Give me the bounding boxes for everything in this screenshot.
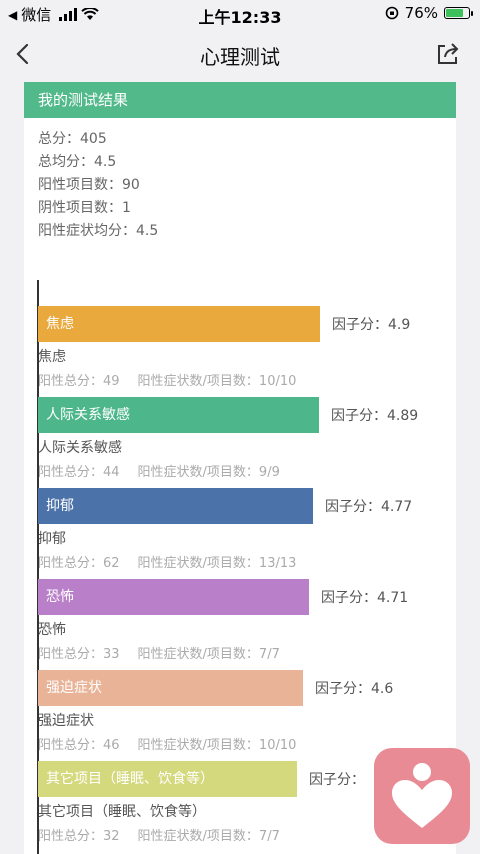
positive-total: 阳性总分：49	[38, 374, 120, 389]
factor-row: 焦虑 因子分：4.9 焦虑 阳性总分：49 阳性症状数/项目数：10/10	[38, 306, 410, 389]
factor-stats: 阳性总分：62 阳性症状数/项目数：13/13	[38, 552, 313, 571]
factor-row: 人际关系敏感 因子分：4.89 人际关系敏感 阳性总分：44 阳性症状数/项目数：9/9	[38, 397, 418, 480]
positive-item-count: 阳性项目数：90	[38, 177, 140, 193]
battery-percent: 76%	[404, 4, 438, 22]
factor-bar: 焦虑	[38, 306, 320, 342]
orientation-lock-icon	[385, 6, 398, 20]
share-icon[interactable]	[434, 40, 462, 68]
symptom-count: 阳性症状数/项目数：7/7	[137, 829, 280, 844]
factor-name: 抑郁	[38, 531, 66, 547]
factor-score: 因子分：4.89	[331, 408, 419, 424]
factor-bar: 其它项目（睡眠、饮食等）	[38, 761, 297, 797]
factor-stats: 阳性总分：49 阳性症状数/项目数：10/10	[38, 370, 320, 389]
factor-row: 恐怖 因子分：4.71 恐怖 阳性总分：33 阳性症状数/项目数：7/7	[38, 579, 408, 662]
positive-total: 阳性总分：44	[38, 465, 120, 480]
factor-name: 恐怖	[38, 622, 66, 638]
average-score: 总均分：4.5	[38, 154, 117, 170]
result-header: 我的测试结果	[24, 82, 456, 118]
status-bar: ◀ 微信 上午12:33 76%	[0, 0, 480, 28]
factor-stats: 阳性总分：44 阳性症状数/项目数：9/9	[38, 461, 319, 480]
battery-icon	[444, 7, 473, 19]
page-title: 心理测试	[200, 45, 280, 69]
factor-bar: 强迫症状	[38, 670, 303, 706]
factor-score: 因子分：4.6	[315, 681, 394, 697]
factor-score: 因子分：4.77	[325, 499, 413, 515]
factor-bar: 人际关系敏感	[38, 397, 319, 433]
factor-row: 强迫症状 因子分：4.6 强迫症状 阳性总分：46 阳性症状数/项目数：10/10	[38, 670, 393, 753]
positive-total: 阳性总分：46	[38, 738, 120, 753]
positive-total: 阳性总分：62	[38, 556, 120, 571]
factor-row: 抑郁 因子分：4.77 抑郁 阳性总分：62 阳性症状数/项目数：13/13	[38, 488, 412, 571]
floating-app-button[interactable]	[374, 748, 470, 844]
heart-person-icon	[392, 763, 452, 828]
factor-name: 其它项目（睡眠、饮食等）	[38, 804, 206, 820]
factor-score: 因子分：4.9	[332, 317, 411, 333]
factor-stats: 阳性总分：46 阳性症状数/项目数：10/10	[38, 734, 303, 753]
symptom-count: 阳性症状数/项目数：10/10	[137, 374, 297, 389]
factor-score: 因子分：4.71	[321, 590, 409, 606]
positive-symptom-average: 阳性症状均分：4.5	[38, 223, 159, 239]
result-card: 我的测试结果 总分：405 总均分：4.5 阳性项目数：90 阴性项目数：1 阳…	[24, 82, 456, 854]
factor-stats: 阳性总分：33 阳性症状数/项目数：7/7	[38, 643, 309, 662]
summary: 总分：405 总均分：4.5 阳性项目数：90 阴性项目数：1 阳性症状均分：4…	[24, 118, 456, 243]
factor-bar: 抑郁	[38, 488, 313, 524]
factor-name: 强迫症状	[38, 713, 94, 729]
factor-name: 人际关系敏感	[38, 440, 122, 456]
nav-bar: 心理测试	[0, 28, 480, 80]
factor-stats: 阳性总分：32 阳性症状数/项目数：7/7	[38, 825, 297, 844]
negative-item-count: 阴性项目数：1	[38, 200, 131, 216]
symptom-count: 阳性症状数/项目数：10/10	[137, 738, 297, 753]
symptom-count: 阳性症状数/项目数：13/13	[137, 556, 297, 571]
positive-total: 阳性总分：32	[38, 829, 120, 844]
factor-name: 焦虑	[38, 349, 66, 365]
symptom-count: 阳性症状数/项目数：7/7	[137, 647, 280, 662]
symptom-count: 阳性症状数/项目数：9/9	[137, 465, 280, 480]
total-score: 总分：405	[38, 131, 107, 147]
positive-total: 阳性总分：33	[38, 647, 120, 662]
factor-bar: 恐怖	[38, 579, 309, 615]
factor-row: 其它项目（睡眠、饮食等） 因子分： 其它项目（睡眠、饮食等） 阳性总分：32 阳性症状数…	[38, 761, 365, 844]
